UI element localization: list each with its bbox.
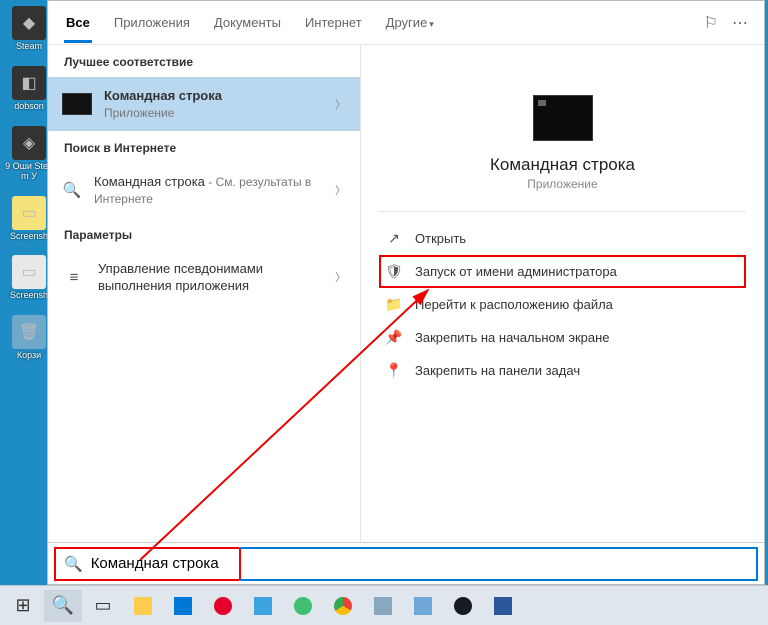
desktop: ◆Steam ◧dobson ◈9 Оши Steam У ▭Screensh … — [0, 0, 54, 585]
search-input-extension[interactable] — [239, 547, 758, 581]
taskbar-360[interactable] — [284, 590, 322, 622]
taskbar-mail[interactable] — [164, 590, 202, 622]
result-sub: Приложение — [104, 105, 323, 121]
search-input[interactable] — [91, 555, 231, 572]
sliders-icon: ≡ — [62, 267, 86, 287]
action-open[interactable]: ↗Открыть — [379, 222, 746, 255]
action-pin-start[interactable]: 📌Закрепить на начальном экране — [379, 321, 746, 354]
preview-pane: Командная строка Приложение ↗Открыть 🛡За… — [361, 45, 764, 542]
more-icon[interactable]: ⋯ — [732, 13, 748, 33]
result-cmd[interactable]: Командная строка Приложение 〉 — [48, 77, 360, 131]
chevron-right-icon: 〉 — [335, 182, 346, 198]
tab-all[interactable]: Все — [64, 3, 92, 42]
result-alias-settings[interactable]: ≡ Управление псевдонимами выполнения при… — [48, 250, 360, 305]
chevron-right-icon: 〉 — [335, 269, 346, 285]
taskbar-settings[interactable] — [364, 590, 402, 622]
tab-web[interactable]: Интернет — [303, 3, 364, 42]
search-panel: Все Приложения Документы Интернет Другие… — [47, 0, 765, 585]
open-icon: ↗ — [385, 230, 403, 247]
taskbar-chrome[interactable] — [324, 590, 362, 622]
search-strip: 🔍 — [48, 542, 764, 584]
search-tabs: Все Приложения Документы Интернет Другие… — [48, 1, 764, 45]
result-title: Командная строка — [104, 87, 323, 105]
chevron-right-icon: 〉 — [335, 96, 346, 112]
preview-sub: Приложение — [527, 177, 597, 191]
taskbar-skype[interactable] — [404, 590, 442, 622]
taskbar-explorer[interactable] — [124, 590, 162, 622]
search-icon: 🔍 — [64, 555, 83, 573]
pin-taskbar-icon: 📍 — [385, 362, 403, 379]
pin-icon: 📌 — [385, 329, 403, 346]
taskbar-word[interactable] — [484, 590, 522, 622]
results-list: Лучшее соответствие Командная строка При… — [48, 45, 361, 542]
web-header: Поиск в Интернете — [48, 131, 360, 163]
settings-header: Параметры — [48, 218, 360, 250]
taskbar: ⊞ 🔍 ▭ — [0, 585, 768, 625]
tab-docs[interactable]: Документы — [212, 3, 283, 42]
tab-more[interactable]: Другие▾ — [384, 3, 436, 42]
tab-apps[interactable]: Приложения — [112, 3, 192, 42]
cmd-preview-icon — [533, 95, 593, 141]
preview-actions: ↗Открыть 🛡Запуск от имени администратора… — [379, 212, 746, 397]
cmd-icon — [62, 93, 92, 115]
action-open-location[interactable]: 📁Перейти к расположению файла — [379, 288, 746, 321]
taskbar-search[interactable]: 🔍 — [44, 590, 82, 622]
action-pin-taskbar[interactable]: 📍Закрепить на панели задач — [379, 354, 746, 387]
taskbar-opera[interactable] — [204, 590, 242, 622]
search-icon: 🔍 — [62, 180, 82, 200]
start-button[interactable]: ⊞ — [4, 590, 42, 622]
result-web[interactable]: 🔍 Командная строка - См. результаты в Ин… — [48, 163, 360, 218]
best-match-header: Лучшее соответствие — [48, 45, 360, 77]
preview-title: Командная строка — [490, 155, 635, 175]
taskview-button[interactable]: ▭ — [84, 590, 122, 622]
taskbar-l[interactable] — [244, 590, 282, 622]
feedback-icon[interactable]: ⚐ — [704, 13, 718, 33]
chevron-down-icon: ▾ — [429, 19, 434, 29]
shield-icon: 🛡 — [385, 263, 403, 280]
taskbar-steam[interactable] — [444, 590, 482, 622]
folder-icon: 📁 — [385, 296, 403, 313]
action-run-as-admin[interactable]: 🛡Запуск от имени администратора — [379, 255, 746, 288]
